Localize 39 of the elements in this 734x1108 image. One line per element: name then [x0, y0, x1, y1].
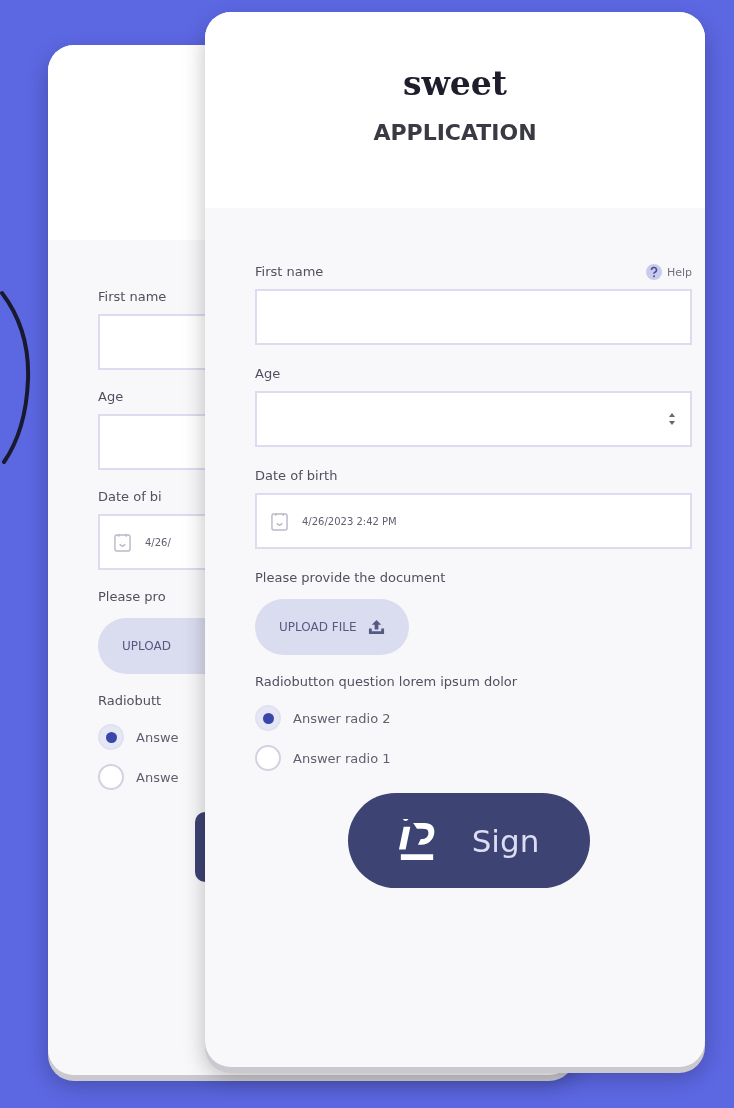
brand-logo: sweet — [402, 67, 508, 100]
field-label: First name — [255, 263, 324, 281]
field-label: Age — [98, 388, 125, 406]
field-label: Date of birth — [255, 467, 338, 485]
date-field[interactable]: 4/26/2023 2:42 PM — [255, 493, 692, 549]
radio-button[interactable] — [98, 724, 124, 750]
sign-button[interactable]: Sign — [347, 793, 590, 888]
radio-button[interactable] — [255, 705, 281, 731]
radio-label: Answer radio 1 — [293, 750, 391, 766]
upload-button[interactable]: UPLOAD FILE — [255, 599, 410, 655]
radio-button[interactable] — [255, 745, 281, 771]
help-link[interactable]: Help — [666, 265, 692, 279]
upload-button[interactable]: UPLOAD — [98, 618, 205, 674]
radio-label: Answe — [136, 769, 179, 785]
calendar-icon — [114, 532, 131, 552]
input-field[interactable] — [98, 314, 205, 370]
sign-button[interactable] — [195, 812, 205, 882]
number-field[interactable] — [255, 391, 692, 447]
field-label: First name — [98, 288, 168, 306]
question-label: Radiobutt — [98, 692, 163, 710]
help-icon[interactable] — [645, 264, 662, 280]
field-label: Please provide the document — [255, 569, 447, 587]
date-value: 4/26/2023 2:42 PM — [302, 515, 397, 527]
form-title: APPLICATION — [373, 122, 537, 144]
radio-button[interactable] — [98, 764, 124, 790]
id-logo-icon — [397, 818, 436, 863]
date-field[interactable]: 4/26/ — [98, 514, 205, 570]
field-label: Please pro — [98, 588, 167, 606]
upload-icon — [368, 618, 386, 636]
field-label: Age — [255, 365, 281, 383]
question-label: Radiobutton question lorem ipsum dolor — [255, 673, 519, 691]
radio-label: Answer radio 2 — [293, 710, 391, 726]
date-value: 4/26/ — [145, 536, 171, 548]
input-field[interactable] — [255, 289, 692, 345]
calendar-icon — [271, 511, 288, 531]
spinner-arrows-icon[interactable] — [668, 412, 676, 426]
field-label: Date of bi — [98, 488, 163, 506]
radio-label: Answe — [136, 729, 179, 745]
number-field[interactable] — [98, 414, 205, 470]
